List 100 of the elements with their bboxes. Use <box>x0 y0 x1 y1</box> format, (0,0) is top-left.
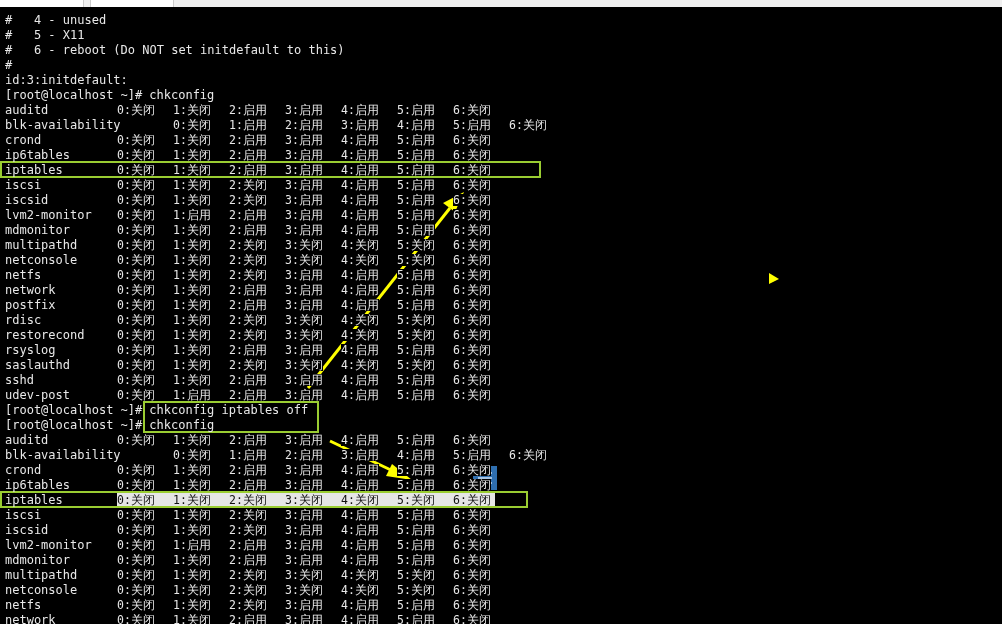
shell-prompt: [root@localhost ~]# <box>5 418 143 431</box>
runlevel-state: 6:关闭 <box>453 493 491 506</box>
runlevel-state: 1:关闭 <box>173 253 211 266</box>
service-name: iscsi <box>5 508 42 521</box>
tab[interactable] <box>0 0 84 7</box>
runlevel-state: 0:关闭 <box>117 223 155 236</box>
runlevel-state: 3:启用 <box>285 133 323 146</box>
runlevel-state: 5:启用 <box>397 373 435 386</box>
runlevel-state: 4:启用 <box>341 268 379 281</box>
runlevel-state: 3:关闭 <box>285 358 323 371</box>
runlevel-state: 2:关闭 <box>229 238 267 251</box>
runlevel-state: 4:启用 <box>341 343 379 356</box>
runlevel-state: 6:关闭 <box>453 328 491 341</box>
runlevel-state: 2:关闭 <box>229 568 267 581</box>
runlevel-state: 6:关闭 <box>453 433 491 446</box>
service-name: iscsid <box>5 523 49 536</box>
runlevel-state: 3:启用 <box>285 373 323 386</box>
runlevel-state: 4:启用 <box>341 463 379 476</box>
runlevel-state: 6:关闭 <box>453 358 491 371</box>
runlevel-state: 5:启用 <box>397 223 435 236</box>
runlevel-state: 4:启用 <box>397 448 435 461</box>
runlevel-state: 0:关闭 <box>117 583 155 596</box>
runlevel-state: 6:关闭 <box>453 343 491 356</box>
runlevel-state: 4:启用 <box>341 148 379 161</box>
runlevel-state: 1:关闭 <box>173 268 211 281</box>
runlevel-state: 6:关闭 <box>453 238 491 251</box>
runlevel-state: 5:关闭 <box>397 328 435 341</box>
runlevel-state: 5:启用 <box>397 103 435 116</box>
runlevel-state: 1:关闭 <box>173 358 211 371</box>
runlevel-state: 5:启用 <box>453 118 491 131</box>
runlevel-state: 3:启用 <box>285 463 323 476</box>
runlevel-state: 2:关闭 <box>229 178 267 191</box>
runlevel-state: 2:启用 <box>285 118 323 131</box>
runlevel-state: 5:关闭 <box>397 238 435 251</box>
runlevel-state: 3:启用 <box>285 433 323 446</box>
runlevel-state: 0:关闭 <box>117 103 155 116</box>
runlevel-state: 4:关闭 <box>341 253 379 266</box>
runlevel-state: 6:关闭 <box>453 103 491 116</box>
service-name: iptables <box>5 163 63 176</box>
service-name: multipathd <box>5 238 78 251</box>
runlevel-state: 3:启用 <box>285 538 323 551</box>
runlevel-state: 1:启用 <box>173 538 211 551</box>
runlevel-state: 1:启用 <box>229 448 267 461</box>
service-name: auditd <box>5 103 49 116</box>
runlevel-state: 4:关闭 <box>341 583 379 596</box>
runlevel-state: 4:启用 <box>341 133 379 146</box>
runlevel-state: 4:启用 <box>341 283 379 296</box>
runlevel-state: 6:关闭 <box>453 553 491 566</box>
runlevel-state: 4:启用 <box>341 433 379 446</box>
runlevel-state: 0:关闭 <box>117 433 155 446</box>
tab[interactable] <box>90 0 174 7</box>
runlevel-state: 2:关闭 <box>229 523 267 536</box>
runlevel-state: 5:启用 <box>397 538 435 551</box>
runlevel-state: 1:关闭 <box>173 568 211 581</box>
runlevel-state: 6:关闭 <box>453 193 491 206</box>
service-name: auditd <box>5 433 49 446</box>
runlevel-state: 4:启用 <box>397 118 435 131</box>
runlevel-state: 3:启用 <box>285 283 323 296</box>
runlevel-state: 0:关闭 <box>117 148 155 161</box>
runlevel-state: 2:关闭 <box>229 328 267 341</box>
runlevel-state: 6:关闭 <box>453 223 491 236</box>
runlevel-state: 4:启用 <box>341 478 379 491</box>
runlevel-state: 2:启用 <box>229 373 267 386</box>
runlevel-state: 2:关闭 <box>229 268 267 281</box>
runlevel-state: 6:关闭 <box>453 523 491 536</box>
runlevel-state: 2:关闭 <box>229 253 267 266</box>
runlevel-state: 4:启用 <box>341 223 379 236</box>
runlevel-state: 0:关闭 <box>117 178 155 191</box>
runlevel-state: 6:关闭 <box>453 538 491 551</box>
runlevel-state: 5:启用 <box>397 148 435 161</box>
runlevel-state: 0:关闭 <box>117 268 155 281</box>
runlevel-state: 5:启用 <box>397 388 435 401</box>
runlevel-state: 0:关闭 <box>117 313 155 326</box>
runlevel-state: 6:关闭 <box>453 133 491 146</box>
runlevel-state: 2:启用 <box>285 448 323 461</box>
runlevel-state: 3:启用 <box>285 208 323 221</box>
service-name: saslauthd <box>5 358 71 371</box>
runlevel-state: 5:启用 <box>397 598 435 611</box>
command-text: chkconfig <box>149 418 215 431</box>
runlevel-state: 5:启用 <box>397 283 435 296</box>
runlevel-state: 4:启用 <box>341 553 379 566</box>
runlevel-state: 5:启用 <box>397 463 435 476</box>
runlevel-state: 5:启用 <box>397 523 435 536</box>
runlevel-state: 2:启用 <box>229 283 267 296</box>
runlevel-state: 6:关闭 <box>453 598 491 611</box>
runlevel-state: 0:关闭 <box>117 553 155 566</box>
runlevel-state: 1:关闭 <box>173 583 211 596</box>
runlevel-state: 4:启用 <box>341 388 379 401</box>
runlevel-state: 4:启用 <box>341 298 379 311</box>
runlevel-state: 1:关闭 <box>173 463 211 476</box>
runlevel-state: 2:启用 <box>229 463 267 476</box>
runlevel-state: 4:启用 <box>341 508 379 521</box>
runlevel-state: 2:启用 <box>229 163 267 176</box>
runlevel-state: 4:启用 <box>341 538 379 551</box>
service-name: udev-post <box>5 388 71 401</box>
runlevel-state: 2:启用 <box>229 553 267 566</box>
runlevel-state: 2:启用 <box>229 298 267 311</box>
service-name: ip6tables <box>5 478 71 491</box>
runlevel-state: 5:启用 <box>397 298 435 311</box>
runlevel-state: 5:启用 <box>397 343 435 356</box>
